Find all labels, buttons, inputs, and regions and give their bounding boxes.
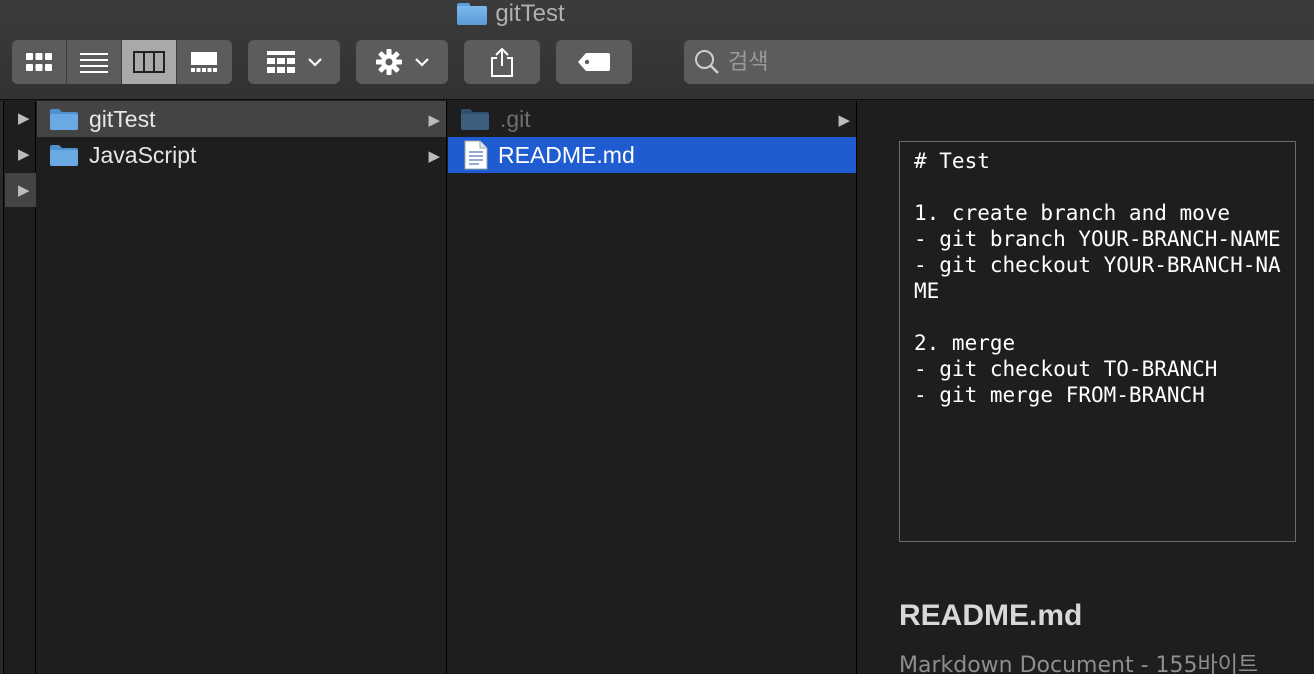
list-item-label: README.md [498, 141, 635, 168]
gallery-icon [191, 52, 218, 72]
toolbar: gitTest [0, 0, 1314, 100]
columns-icon [133, 51, 165, 73]
preview-kind: Markdown Document - 155바이트 [899, 653, 1259, 674]
file-preview[interactable]: # Test 1. create branch and move - git b… [899, 141, 1296, 542]
share-button[interactable] [464, 40, 540, 84]
list-item-git[interactable]: .git ▶ [448, 101, 856, 137]
column-view-button[interactable] [122, 40, 177, 84]
search-input[interactable] [728, 49, 1288, 75]
list-item-javascript[interactable]: JavaScript ▶ [37, 137, 446, 173]
disclosure-arrow-icon: ▶ [838, 112, 850, 129]
document-icon [464, 140, 488, 170]
icon-view-button[interactable] [12, 40, 67, 84]
chevron-down-icon [308, 58, 322, 67]
parent-column[interactable]: ▶ ▶ ▶ [0, 101, 36, 674]
list-item-readme[interactable]: README.md [448, 137, 856, 173]
folder-icon [50, 109, 78, 130]
list-view-button[interactable] [67, 40, 122, 84]
folder-icon [457, 3, 488, 25]
grid-icon [26, 53, 52, 71]
list-icon [80, 53, 108, 73]
group-by-button[interactable] [248, 40, 340, 84]
folder-column-1: gitTest ▶ JavaScript ▶ [37, 101, 447, 674]
folder-icon [461, 109, 489, 130]
gallery-view-button[interactable] [177, 40, 232, 84]
chevron-down-icon [415, 58, 429, 67]
disclosure-arrow-icon[interactable]: ▶ [18, 109, 30, 127]
window-title: gitTest [0, 0, 1022, 28]
search-icon [695, 50, 719, 74]
group-icon [267, 51, 295, 73]
list-item-label: .git [500, 105, 531, 132]
folder-column-2: .git ▶ README.md [448, 101, 857, 674]
disclosure-arrow-icon[interactable]: ▶ [18, 181, 30, 199]
view-mode-control [12, 40, 232, 84]
list-item-label: gitTest [89, 105, 156, 132]
gear-icon [376, 49, 402, 75]
folder-icon [50, 145, 78, 166]
search-field[interactable] [684, 40, 1314, 84]
preview-content: # Test 1. create branch and move - git b… [914, 149, 1281, 407]
share-icon [491, 47, 513, 77]
disclosure-arrow-icon: ▶ [428, 112, 440, 129]
disclosure-arrow-icon: ▶ [428, 148, 440, 165]
list-item-gittest[interactable]: gitTest ▶ [37, 101, 446, 137]
action-button[interactable] [356, 40, 448, 84]
window-title-text: gitTest [495, 0, 565, 27]
tag-icon [578, 53, 610, 71]
tag-button[interactable] [556, 40, 632, 84]
preview-filename: README.md [899, 599, 1083, 632]
disclosure-arrow-icon[interactable]: ▶ [18, 145, 30, 163]
preview-column: # Test 1. create branch and move - git b… [858, 101, 1314, 674]
list-item-label: JavaScript [89, 141, 197, 168]
